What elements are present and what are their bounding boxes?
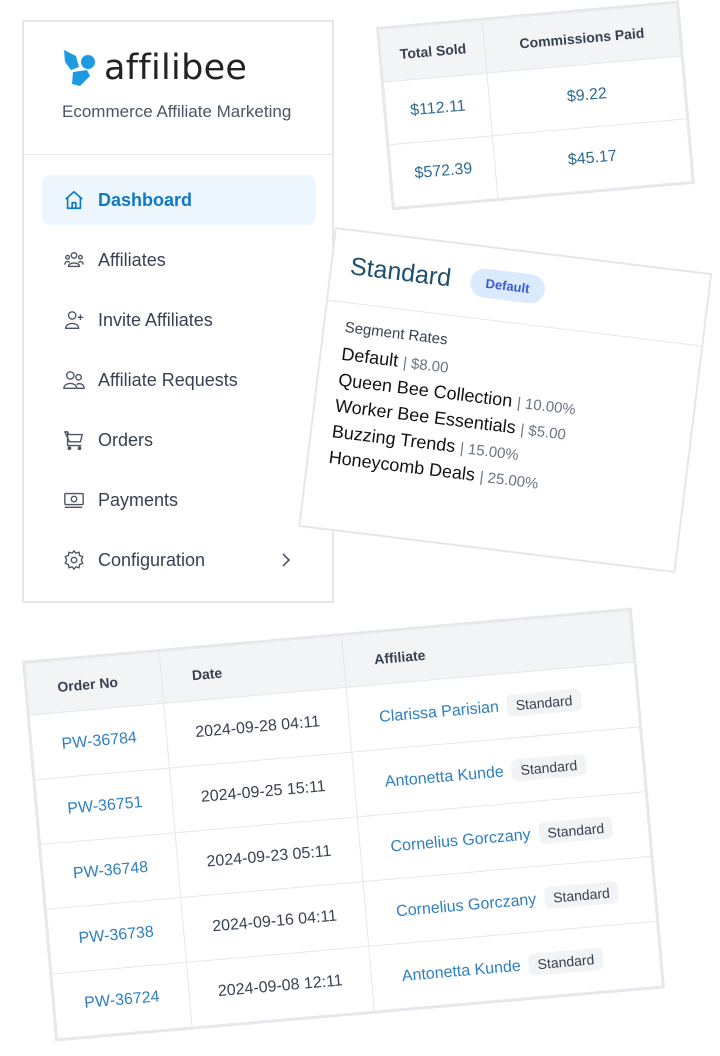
- tier-badge: Standard: [537, 816, 615, 845]
- users-icon: [62, 368, 86, 392]
- brand-name: affilibee: [104, 48, 248, 88]
- orders-card: Order No Date Affiliate PW-36784 2024-09…: [22, 607, 665, 1042]
- cash-icon: [62, 488, 86, 512]
- cart-icon: [62, 428, 86, 452]
- sidebar-item-label: Affiliate Requests: [98, 369, 238, 390]
- segment-rate: 15.00%: [467, 440, 520, 465]
- segment-name: Default: [340, 343, 400, 371]
- sidebar-item-dashboard[interactable]: Dashboard: [42, 175, 316, 225]
- affiliate-link[interactable]: Cornelius Gorczany: [396, 891, 537, 920]
- sales-stats-table: Total Sold Commissions Paid $112.11 $9.2…: [378, 3, 693, 208]
- tier-badge: Standard: [527, 947, 605, 976]
- order-number-link[interactable]: PW-36751: [34, 768, 176, 845]
- affiliate-link[interactable]: Cornelius Gorczany: [390, 826, 531, 855]
- segment-rate: $5.00: [527, 422, 567, 444]
- total-sold-value: $112.11: [383, 72, 493, 145]
- sidebar: affilibee Ecommerce Affiliate Marketing …: [22, 20, 334, 603]
- chevron-right-icon[interactable]: [276, 548, 296, 572]
- sidebar-item-label: Orders: [98, 429, 154, 450]
- default-badge: Default: [469, 267, 547, 305]
- order-number-link[interactable]: PW-36738: [46, 897, 187, 975]
- affiliate-link[interactable]: Antonetta Kunde: [401, 958, 521, 985]
- sidebar-item-affiliate-requests[interactable]: Affiliate Requests: [42, 355, 316, 405]
- sidebar-item-configuration[interactable]: Configuration: [42, 535, 316, 585]
- brand-tagline: Ecommerce Affiliate Marketing: [62, 102, 292, 121]
- column-header-total-sold: Total Sold: [378, 20, 488, 83]
- affiliate-link[interactable]: Clarissa Parisian: [379, 699, 500, 726]
- total-sold-value: $572.39: [388, 135, 499, 208]
- user-plus-icon: [62, 308, 86, 332]
- bee-logo-icon: [64, 50, 95, 86]
- order-number-link[interactable]: PW-36748: [40, 832, 181, 910]
- sidebar-item-label: Invite Affiliates: [98, 309, 213, 330]
- sidebar-item-orders[interactable]: Orders: [42, 415, 316, 465]
- orders-table: Order No Date Affiliate PW-36784 2024-09…: [24, 610, 663, 1040]
- brand-header: affilibee Ecommerce Affiliate Marketing: [24, 22, 332, 155]
- segment-rate: 10.00%: [524, 395, 577, 419]
- order-number-link[interactable]: PW-36724: [51, 962, 193, 1039]
- tier-badge: Standard: [510, 753, 588, 782]
- sidebar-item-label: Payments: [98, 489, 179, 510]
- segment-rate: 25.00%: [486, 469, 540, 493]
- home-icon: [62, 188, 86, 212]
- sidebar-item-payments[interactable]: Payments: [42, 475, 316, 525]
- sidebar-item-invite-affiliates[interactable]: Invite Affiliates: [42, 295, 316, 345]
- logo[interactable]: affilibee: [62, 48, 332, 88]
- tier-badge: Standard: [543, 880, 620, 910]
- affiliate-link[interactable]: Antonetta Kunde: [384, 763, 504, 790]
- tier-card: Standard Default Segment Rates Default |…: [298, 227, 713, 574]
- gear-icon: [62, 548, 86, 572]
- sidebar-item-label: Configuration: [98, 549, 206, 570]
- sidebar-nav: Dashboard Affiliates Invite Affiliates A…: [24, 155, 332, 585]
- order-number-link[interactable]: PW-36784: [29, 703, 170, 780]
- sidebar-item-label: Dashboard: [98, 189, 193, 210]
- sales-stats-card: Total Sold Commissions Paid $112.11 $9.2…: [376, 0, 695, 211]
- users-group-icon: [62, 248, 86, 272]
- tier-title: Standard: [348, 252, 453, 293]
- segment-rate: $8.00: [410, 355, 450, 377]
- tier-badge: Standard: [505, 688, 583, 717]
- sidebar-item-label: Affiliates: [98, 249, 166, 270]
- sidebar-item-affiliates[interactable]: Affiliates: [42, 235, 316, 285]
